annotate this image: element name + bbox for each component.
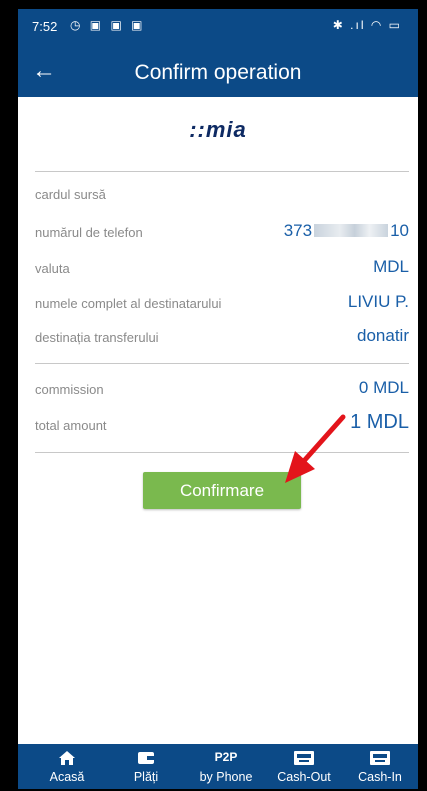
phone-value: 373 10	[284, 221, 409, 241]
currency-row: valuta MDL	[35, 257, 409, 281]
source-card-row: cardul sursă	[35, 183, 409, 207]
mia-logo: ::mia	[189, 117, 247, 142]
recipient-value: LIVIU P.	[347, 292, 409, 311]
status-notification-icons: ◷ ▣ ▣ ▣	[70, 18, 146, 32]
commission-label: commission	[35, 382, 104, 397]
nav-label: Acasă	[49, 770, 85, 784]
bottom-navigation: Acasă Plăți P2P by Phone Cash-Out Cash-I…	[18, 744, 418, 789]
phone-label: numărul de telefon	[35, 225, 143, 240]
purpose-label: destinația transferului	[35, 330, 159, 345]
nav-item-by-phone[interactable]: P2P by Phone	[191, 744, 261, 789]
annotation-arrow-icon	[285, 414, 346, 483]
nav-item-cash-in[interactable]: Cash-In	[345, 744, 415, 789]
cash-in-icon	[370, 751, 390, 765]
currency-label: valuta	[35, 261, 70, 276]
status-system-icons: ✱ .ıl ◠ ▭	[332, 18, 402, 32]
phone-row: numărul de telefon 373 10	[35, 221, 409, 245]
commission-row: commission 0 MDL	[35, 378, 409, 402]
nav-item-home[interactable]: Acasă	[32, 744, 102, 789]
purpose-row: destinația transferului donatir	[35, 326, 409, 350]
app-bar: ← Confirm operation	[18, 45, 418, 97]
status-time: 7:52	[32, 19, 58, 34]
recipient-label: numele complet al destinatarului	[35, 296, 222, 311]
nav-label: Cash-In	[358, 770, 402, 784]
nav-label: Plăți	[133, 770, 159, 784]
nav-item-payments[interactable]: Plăți	[111, 744, 181, 789]
phone-suffix: 10	[390, 221, 409, 240]
recipient-row: numele complet al destinatarului LIVIU P…	[35, 292, 409, 316]
source-card-label: cardul sursă	[35, 187, 106, 202]
phone-screen: 7:52 ◷ ▣ ▣ ▣ ✱ .ıl ◠ ▭ ← Confirm operati…	[18, 9, 418, 789]
p2p-icon: P2P	[214, 750, 238, 764]
nav-label: by Phone	[199, 770, 253, 784]
total-label: total amount	[35, 418, 107, 433]
divider	[35, 363, 409, 364]
phone-prefix: 373	[283, 221, 313, 240]
total-value: 1 MDL	[350, 411, 409, 433]
status-bar: 7:52 ◷ ▣ ▣ ▣ ✱ .ıl ◠ ▭	[18, 9, 418, 45]
masked-digits	[314, 223, 389, 237]
nav-item-cash-out[interactable]: Cash-Out	[269, 744, 339, 789]
home-icon	[59, 751, 75, 765]
page-title: Confirm operation	[134, 61, 302, 84]
purpose-value: donatir	[357, 326, 409, 345]
wallet-icon	[138, 752, 154, 764]
cash-out-icon	[294, 751, 314, 765]
divider	[35, 171, 409, 172]
commission-value: 0 MDL	[358, 378, 409, 397]
currency-value: MDL	[373, 257, 409, 276]
